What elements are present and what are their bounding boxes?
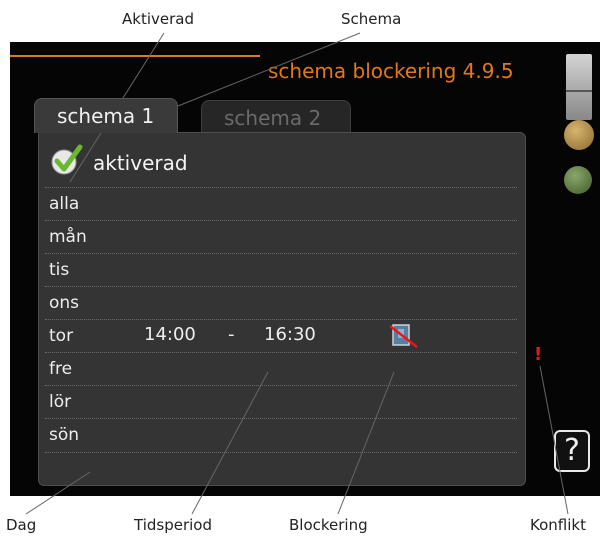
leader-time-period: [191, 371, 269, 515]
leader-day: [25, 471, 91, 515]
tab-label: schema 1: [57, 104, 155, 128]
leader-conflict: [539, 365, 569, 515]
tab-schedule-1[interactable]: schema 1: [34, 98, 178, 133]
callout-leader-lines: [25, 32, 569, 515]
leader-blocking: [337, 371, 395, 515]
leader-schedule: [167, 32, 361, 111]
